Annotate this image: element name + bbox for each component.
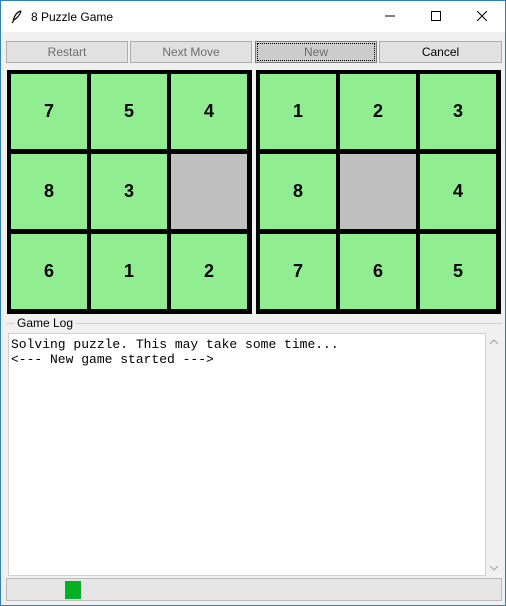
current-board: 7 5 4 8 3 6 1 2 [7, 70, 252, 314]
tile[interactable]: 1 [91, 234, 167, 309]
feather-icon [9, 9, 25, 25]
tile: 4 [420, 154, 496, 229]
tile[interactable]: 3 [91, 154, 167, 229]
empty-tile[interactable] [171, 154, 247, 229]
progress-indicator [65, 581, 81, 599]
tile: 6 [340, 234, 416, 309]
toolbar: Restart Next Move New Cancel [6, 41, 502, 63]
tile[interactable]: 5 [91, 74, 167, 149]
minimize-button[interactable] [367, 1, 413, 32]
log-line: <--- New game started ---> [11, 352, 214, 367]
title-bar: 8 Puzzle Game [1, 1, 505, 32]
minimize-icon [385, 8, 395, 26]
tile: 1 [260, 74, 336, 149]
close-button[interactable] [459, 1, 505, 32]
tile[interactable]: 4 [171, 74, 247, 149]
tile: 3 [420, 74, 496, 149]
tile: 2 [340, 74, 416, 149]
close-icon [476, 8, 488, 26]
tile: 8 [260, 154, 336, 229]
cancel-button[interactable]: Cancel [379, 41, 502, 63]
log-line: Solving puzzle. This may take some time.… [11, 337, 339, 352]
next-move-button[interactable]: Next Move [130, 41, 252, 63]
empty-tile [340, 154, 416, 229]
goal-board: 1 2 3 8 4 7 6 5 [256, 70, 501, 314]
progress-bar [6, 578, 502, 601]
scroll-up-icon[interactable] [486, 333, 502, 349]
maximize-button[interactable] [413, 1, 459, 32]
tile[interactable]: 8 [11, 154, 87, 229]
log-scrollbar[interactable] [486, 333, 502, 576]
game-log-frame: Game Log Solving puzzle. This may take s… [6, 316, 502, 577]
scroll-down-icon[interactable] [486, 560, 502, 576]
tile[interactable]: 6 [11, 234, 87, 309]
tile: 5 [420, 234, 496, 309]
restart-button[interactable]: Restart [6, 41, 128, 63]
game-log-text[interactable]: Solving puzzle. This may take some time.… [8, 333, 486, 576]
game-log-label: Game Log [14, 316, 77, 330]
tile[interactable]: 2 [171, 234, 247, 309]
app-window: 8 Puzzle Game Restart Next Move New Canc… [0, 0, 506, 606]
tile: 7 [260, 234, 336, 309]
tile[interactable]: 7 [11, 74, 87, 149]
window-title: 8 Puzzle Game [31, 9, 114, 24]
new-button[interactable]: New [255, 41, 377, 63]
maximize-icon [431, 8, 441, 26]
